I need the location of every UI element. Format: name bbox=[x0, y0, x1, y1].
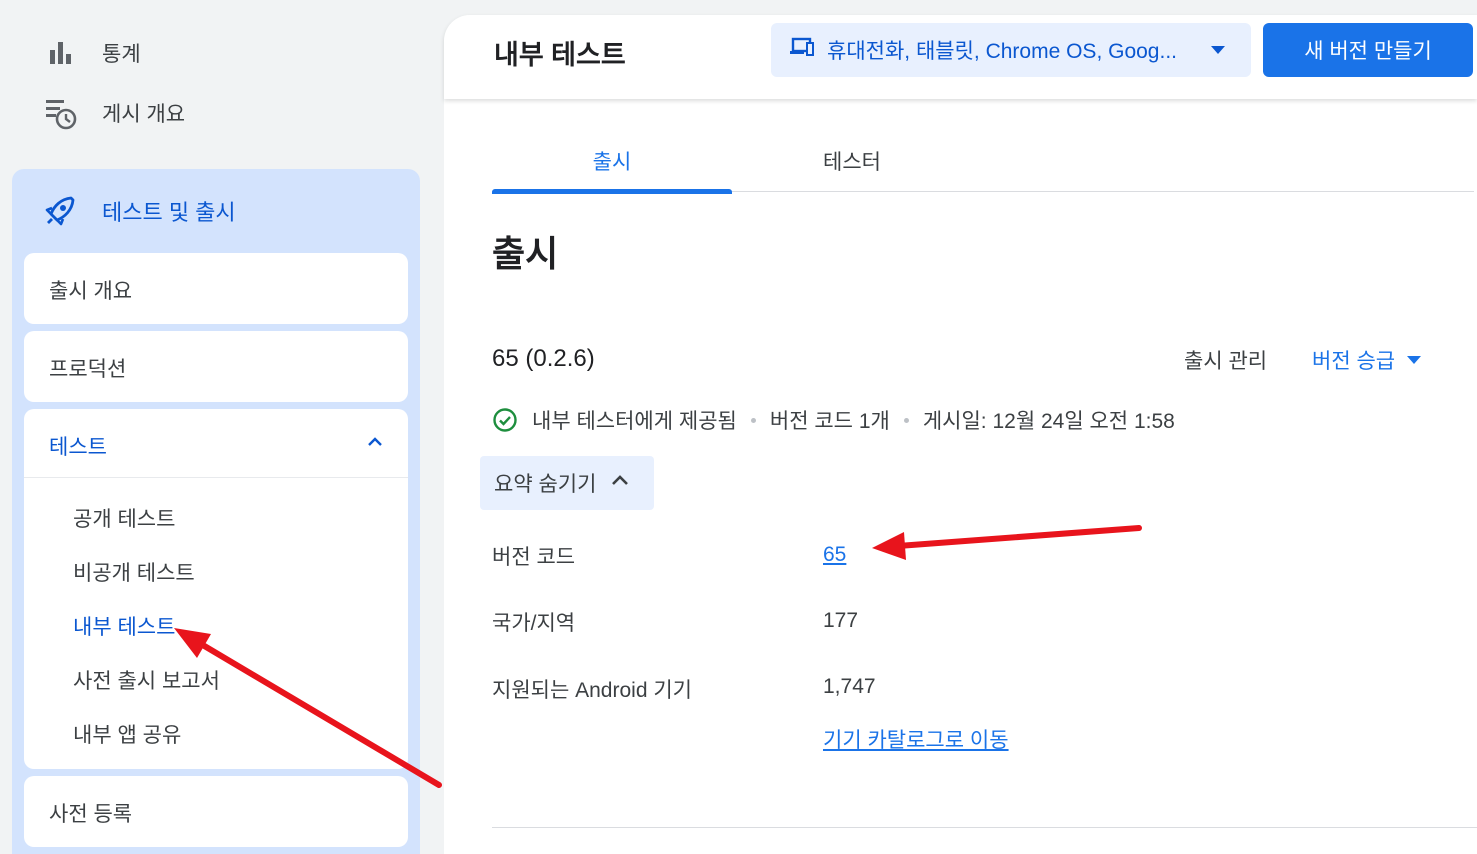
test-and-release-panel: 테스트 및 출시 출시 개요 프로덕션 테스트 공개 테스트 비공개 테스트 내… bbox=[12, 169, 420, 854]
check-circle-icon bbox=[492, 407, 518, 433]
testing-group-label: 테스트 bbox=[49, 436, 107, 459]
published-date: 게시일: 12월 24일 오전 1:58 bbox=[922, 410, 1175, 433]
sidebar-group-testing: 테스트 공개 테스트 비공개 테스트 내부 테스트 사전 출시 보고서 내부 앱… bbox=[24, 409, 408, 769]
device-catalog-link[interactable]: 기기 카탈로그로 이동 bbox=[823, 724, 1009, 754]
sidebar-item-label: 프로덕션 bbox=[49, 358, 127, 381]
chevron-up-icon bbox=[366, 433, 384, 456]
release-status-row: 내부 테스터에게 제공됨 버전 코드 1개 게시일: 12월 24일 오전 1:… bbox=[492, 405, 1175, 435]
tab-releases[interactable]: 출시 bbox=[492, 130, 732, 194]
sidebar-item-label: 출시 개요 bbox=[49, 280, 133, 303]
create-new-release-button[interactable]: 새 버전 만들기 bbox=[1263, 23, 1473, 77]
version-code-count: 버전 코드 1개 bbox=[769, 410, 890, 433]
tab-bar: 출시 테스터 bbox=[492, 130, 1474, 194]
separator-dot bbox=[750, 417, 756, 423]
bar-chart-icon bbox=[44, 36, 78, 70]
hide-summary-button[interactable]: 요약 숨기기 bbox=[480, 456, 654, 510]
sidebar-item-release-overview[interactable]: 출시 개요 bbox=[24, 253, 408, 324]
sidebar-item-label: 통계 bbox=[102, 43, 141, 66]
page-title: 내부 테스트 bbox=[494, 40, 626, 70]
sidebar-item-statistics[interactable]: 통계 bbox=[44, 33, 141, 73]
countries-value: 177 bbox=[823, 609, 859, 632]
tab-testers[interactable]: 테스터 bbox=[732, 130, 972, 192]
sidebar-item-internal-app-sharing[interactable]: 내부 앱 공유 bbox=[73, 719, 181, 749]
caret-down-icon bbox=[1407, 356, 1422, 364]
section-title: 출시 bbox=[492, 233, 559, 274]
manage-release-button[interactable]: 출시 관리 bbox=[1184, 345, 1267, 375]
main-content: 내부 테스트 휴대전화, 태블릿, Chrome OS, Goog... 새 버… bbox=[444, 15, 1477, 854]
separator-dot bbox=[903, 417, 909, 423]
sidebar-item-open-testing[interactable]: 공개 테스트 bbox=[73, 503, 175, 533]
release-name: 65 (0.2.6) bbox=[492, 345, 595, 372]
chevron-up-icon bbox=[610, 470, 630, 496]
promote-label: 버전 승급 bbox=[1312, 350, 1396, 373]
sidebar-item-production[interactable]: 프로덕션 bbox=[24, 331, 408, 402]
status-text: 내부 테스터에게 제공됨 bbox=[532, 410, 737, 433]
sidebar-item-pre-launch-report[interactable]: 사전 출시 보고서 bbox=[73, 665, 220, 695]
supported-devices-label: 지원되는 Android 기기 bbox=[492, 679, 692, 702]
version-code-link[interactable]: 65 bbox=[823, 543, 846, 567]
device-filter-value: 휴대전화, 태블릿, Chrome OS, Goog... bbox=[827, 40, 1177, 63]
sidebar-item-label: 게시 개요 bbox=[102, 103, 186, 126]
publishing-overview-icon bbox=[44, 96, 78, 130]
device-filter-dropdown[interactable]: 휴대전화, 태블릿, Chrome OS, Goog... bbox=[771, 23, 1251, 77]
sidebar-item-internal-testing[interactable]: 내부 테스트 bbox=[73, 611, 175, 641]
rocket-icon bbox=[42, 193, 78, 229]
sidebar-item-test-and-release[interactable]: 테스트 및 출시 bbox=[42, 191, 236, 231]
devices-icon bbox=[789, 36, 815, 64]
sidebar: 통계 게시 개요 테스트 및 출시 출시 개요 프로덕션 테스트 공개 테스트 … bbox=[0, 0, 440, 854]
sidebar-item-publishing-overview[interactable]: 게시 개요 bbox=[44, 93, 185, 133]
sidebar-section-label: 테스트 및 출시 bbox=[102, 200, 236, 225]
summary-toggle-label: 요약 숨기기 bbox=[494, 473, 597, 496]
countries-label: 국가/지역 bbox=[492, 612, 576, 635]
sidebar-item-label: 사전 등록 bbox=[49, 803, 133, 826]
promote-release-button[interactable]: 버전 승급 bbox=[1312, 345, 1422, 375]
sidebar-item-closed-testing[interactable]: 비공개 테스트 bbox=[73, 557, 195, 587]
page-header: 내부 테스트 휴대전화, 태블릿, Chrome OS, Goog... 새 버… bbox=[444, 15, 1477, 99]
testing-group-header[interactable]: 테스트 bbox=[24, 409, 408, 478]
version-code-label: 버전 코드 bbox=[492, 546, 576, 569]
divider bbox=[492, 827, 1477, 828]
sidebar-item-pre-registration[interactable]: 사전 등록 bbox=[24, 776, 408, 847]
supported-devices-value: 1,747 bbox=[823, 675, 876, 698]
caret-down-icon bbox=[1211, 46, 1225, 54]
